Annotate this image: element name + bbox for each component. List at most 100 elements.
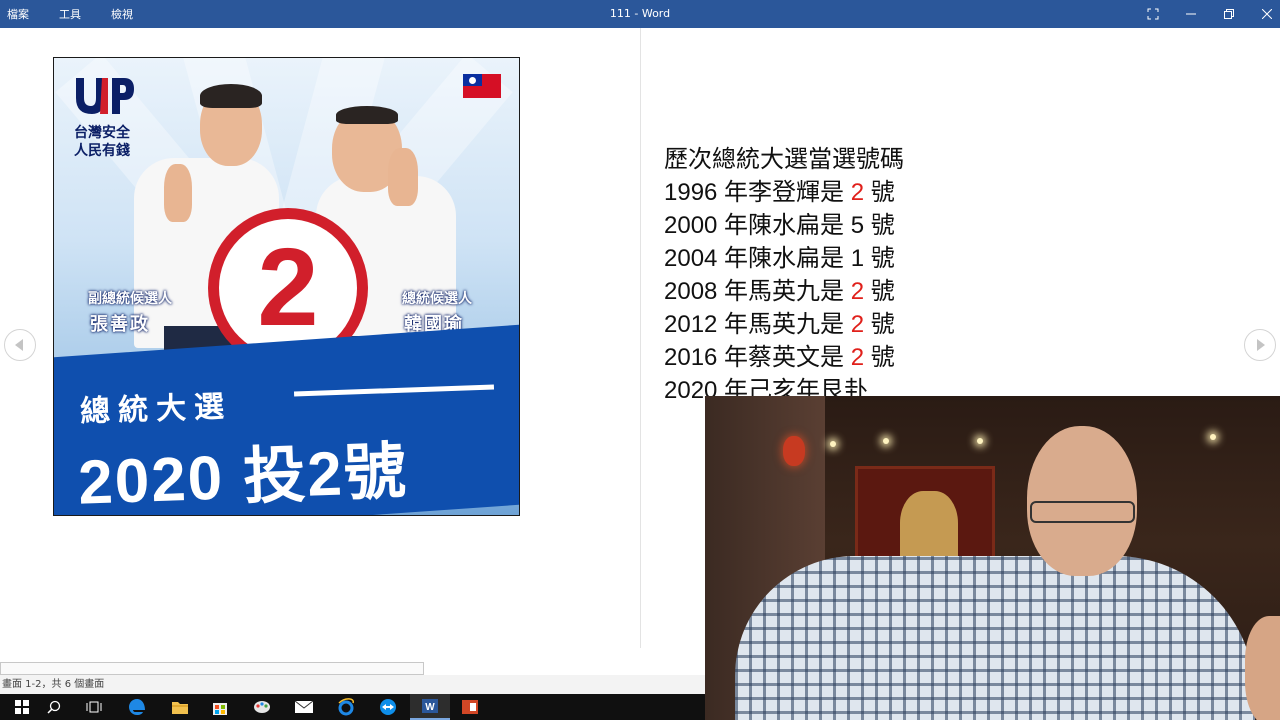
number-suffix: 號 xyxy=(864,278,895,305)
election-line: 2012 年馬英九是 2 號 xyxy=(664,310,1144,343)
minimize-icon xyxy=(1186,13,1196,15)
ceiling-light xyxy=(883,438,889,444)
webcam-person-hand xyxy=(1245,616,1280,720)
ballot-number-value: 1 xyxy=(850,245,865,272)
search-button[interactable] xyxy=(34,694,74,720)
internet-explorer-icon xyxy=(338,698,354,716)
fit-window-icon xyxy=(1147,8,1159,20)
president-hair xyxy=(336,106,398,124)
taskbar: W xyxy=(0,694,705,720)
task-view-icon xyxy=(86,701,102,713)
fit-window-button[interactable] xyxy=(1134,0,1172,28)
page-indicator: 畫面 1-2，共 6 個畫面 xyxy=(2,679,105,690)
election-winner: 年李登輝是 xyxy=(717,179,851,206)
windows-start-icon xyxy=(15,700,29,714)
number-suffix: 號 xyxy=(864,311,895,338)
mail-taskbar-button[interactable] xyxy=(284,694,324,720)
file-explorer-icon xyxy=(172,702,188,714)
ie-taskbar-button[interactable] xyxy=(326,694,366,720)
webcam-lantern xyxy=(783,436,805,466)
word-taskbar-button[interactable]: W xyxy=(410,694,450,720)
webcam-person-glasses xyxy=(1030,501,1135,523)
store-taskbar-button[interactable] xyxy=(200,694,240,720)
title-bar: 檔案 工具 檢視 111 - Word xyxy=(0,0,1280,28)
number-suffix: 號 xyxy=(864,245,895,272)
file-explorer-taskbar-button[interactable] xyxy=(160,694,200,720)
president-role-label: 總統候選人 xyxy=(402,291,472,307)
banner-headline: 2020 投2號 xyxy=(77,437,409,516)
election-year: 1996 xyxy=(664,179,718,206)
edge-icon xyxy=(129,699,145,715)
mail-icon xyxy=(294,700,314,713)
task-view-button[interactable] xyxy=(74,694,114,720)
election-winner: 年馬英九是 xyxy=(717,278,851,305)
webcam-person-shirt xyxy=(735,556,1255,720)
chevron-right-icon xyxy=(1257,339,1265,351)
vp-hair xyxy=(200,84,262,108)
chevron-left-icon xyxy=(15,339,23,351)
campaign-poster-image: 台灣安全 人民有錢 2 副總統候選人 張善政 總統候選人 韓國瑜 總統大選 20… xyxy=(53,57,520,516)
election-line: 2016 年蔡英文是 2 號 xyxy=(664,343,1144,376)
roc-flag-icon xyxy=(463,74,501,98)
vp-name-label: 張善政 xyxy=(90,314,150,335)
election-year: 2008 xyxy=(664,278,718,305)
ceiling-light xyxy=(977,438,983,444)
flag-canton xyxy=(463,74,482,86)
election-year: 2016 xyxy=(664,344,718,371)
election-year: 2000 xyxy=(664,212,718,239)
close-button[interactable] xyxy=(1248,0,1280,28)
ballot-number-value: 2 xyxy=(850,311,865,338)
powerpoint-taskbar-button[interactable] xyxy=(450,694,490,720)
election-line: 2008 年馬英九是 2 號 xyxy=(664,277,1144,310)
paint-taskbar-button[interactable] xyxy=(242,694,282,720)
paint-icon xyxy=(254,701,270,713)
banner-title: 總統大選 xyxy=(79,389,233,430)
ballot-number-value: 2 xyxy=(850,278,865,305)
screen: 檔案 工具 檢視 111 - Word 台灣安全 人民有錢 2 副總統候選人 張… xyxy=(0,0,1280,720)
ceiling-light xyxy=(1210,434,1216,440)
menu-bar: 檔案 工具 檢視 xyxy=(0,0,156,28)
number-suffix: 號 xyxy=(864,179,895,206)
menu-view[interactable]: 檢視 xyxy=(104,6,156,22)
vp-role-label: 副總統候選人 xyxy=(88,291,172,307)
election-winner: 年陳水扁是 xyxy=(717,212,851,239)
restore-button[interactable] xyxy=(1210,0,1248,28)
store-icon xyxy=(213,703,227,715)
election-winner: 年蔡英文是 xyxy=(717,344,851,371)
text-heading: 歷次總統大選當選號碼 xyxy=(664,146,904,173)
teamviewer-icon xyxy=(380,699,396,715)
ballot-number: 2 xyxy=(219,219,357,357)
ballot-number-value: 2 xyxy=(850,179,865,206)
number-suffix: 號 xyxy=(864,344,895,371)
president-victory-hand xyxy=(388,148,418,206)
minimize-button[interactable] xyxy=(1172,0,1210,28)
election-winner: 年陳水扁是 xyxy=(717,245,851,272)
horizontal-scrollbar[interactable] xyxy=(0,662,424,675)
flag-sun xyxy=(469,76,476,84)
close-icon xyxy=(1262,9,1272,19)
election-numbers-text: 歷次總統大選當選號碼 1996 年李登輝是 2 號 2000 年陳水扁是 5 號2… xyxy=(664,145,1144,409)
election-year: 2004 xyxy=(664,245,718,272)
party-slogan-line1: 台灣安全 xyxy=(74,125,130,141)
edge-taskbar-button[interactable] xyxy=(117,694,157,720)
teamviewer-taskbar-button[interactable] xyxy=(368,694,408,720)
webcam-overlay xyxy=(705,396,1280,720)
number-suffix: 號 xyxy=(864,212,895,239)
election-line: 1996 年李登輝是 2 號 xyxy=(664,178,1144,211)
next-slide-button[interactable] xyxy=(1244,329,1276,361)
party-slogan-line2: 人民有錢 xyxy=(74,143,130,159)
election-line: 2000 年陳水扁是 5 號 xyxy=(664,211,1144,244)
menu-file[interactable]: 檔案 xyxy=(0,6,52,22)
window-title: 111 - Word xyxy=(609,7,671,20)
election-year: 2012 xyxy=(664,311,718,338)
word-icon: W xyxy=(422,699,438,713)
restore-icon xyxy=(1224,9,1234,19)
vp-victory-hand xyxy=(164,164,192,222)
search-icon xyxy=(47,700,61,714)
ceiling-light xyxy=(830,441,836,447)
ballot-number-value: 5 xyxy=(850,212,865,239)
previous-slide-button[interactable] xyxy=(4,329,36,361)
menu-tools[interactable]: 工具 xyxy=(52,6,104,22)
status-bar: 畫面 1-2，共 6 個畫面 xyxy=(0,675,705,694)
election-lines: 1996 年李登輝是 2 號 2000 年陳水扁是 5 號 2004 年陳水扁是 1… xyxy=(664,178,1144,376)
